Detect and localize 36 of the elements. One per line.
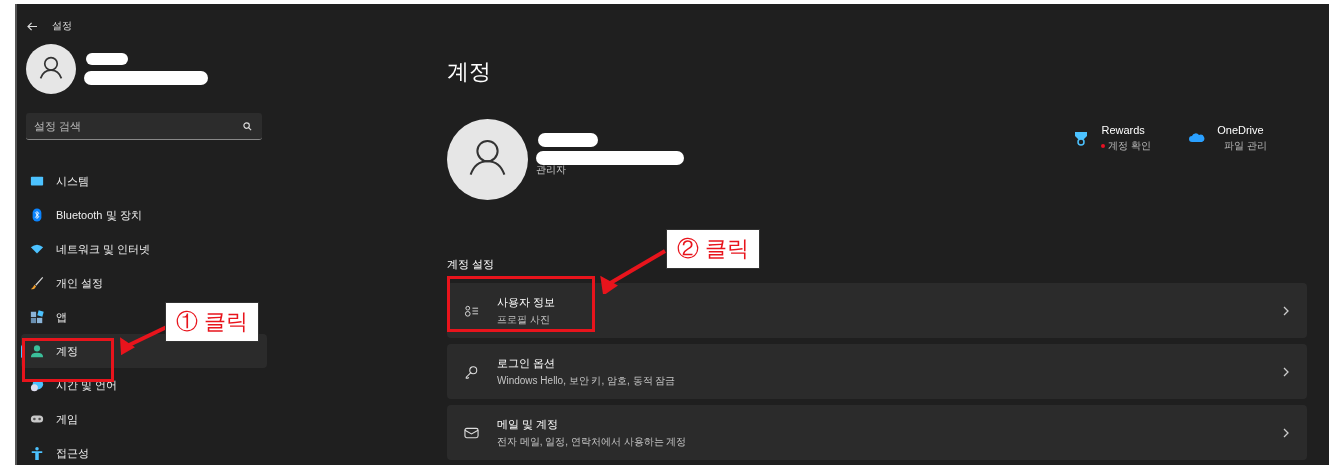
avatar-icon	[26, 44, 76, 94]
nav-item[interactable]: 접근성	[21, 436, 99, 465]
avatar-icon	[447, 119, 528, 200]
user-list-icon	[464, 303, 479, 318]
settings-card[interactable]: 사용자 정보 프로필 사진	[447, 283, 1307, 338]
page-title: 계정	[447, 58, 492, 86]
bluetooth-icon	[30, 208, 44, 222]
nav-item[interactable]: 게임	[21, 402, 88, 436]
service-link[interactable]: OneDrive 파일 관리	[1189, 124, 1267, 153]
section-title: 계정 설정	[447, 257, 496, 272]
account-role: 관리자	[536, 162, 567, 177]
search-field[interactable]: 설정 검색	[26, 113, 262, 140]
chevron-icon	[1283, 305, 1289, 316]
brush-icon	[30, 276, 44, 290]
nav-item[interactable]: 개인 설정	[21, 266, 114, 300]
settings-card[interactable]: 로그인 옵션 Windows Hello, 보안 키, 암호, 동적 잠금	[447, 344, 1307, 399]
nav-item[interactable]: 네트워크 및 인터넷	[21, 232, 161, 266]
window-title: 설정	[52, 19, 72, 33]
nav-item[interactable]: 시스템	[21, 164, 99, 198]
nav-item[interactable]: Bluetooth 및 장치	[21, 198, 152, 232]
monitor-icon	[30, 174, 44, 188]
nav-item[interactable]: 앱	[21, 300, 77, 334]
service-link[interactable]: Rewards 계정 확인	[1073, 124, 1152, 153]
wifi-icon	[30, 242, 44, 256]
apps-icon	[30, 310, 44, 324]
key-icon	[464, 364, 479, 379]
person-icon	[30, 344, 44, 358]
chevron-icon	[1283, 427, 1289, 438]
back-icon[interactable]	[27, 21, 38, 31]
callout-label: ① 클릭	[165, 302, 260, 342]
callout-label: ② 클릭	[666, 229, 761, 269]
search-icon	[243, 122, 252, 131]
chevron-icon	[1283, 366, 1289, 377]
settings-card[interactable]: 메일 및 계정 전자 메일, 일정, 연락처에서 사용하는 계정	[447, 405, 1307, 460]
mail-icon	[464, 425, 479, 440]
accessibility-icon	[30, 446, 44, 460]
